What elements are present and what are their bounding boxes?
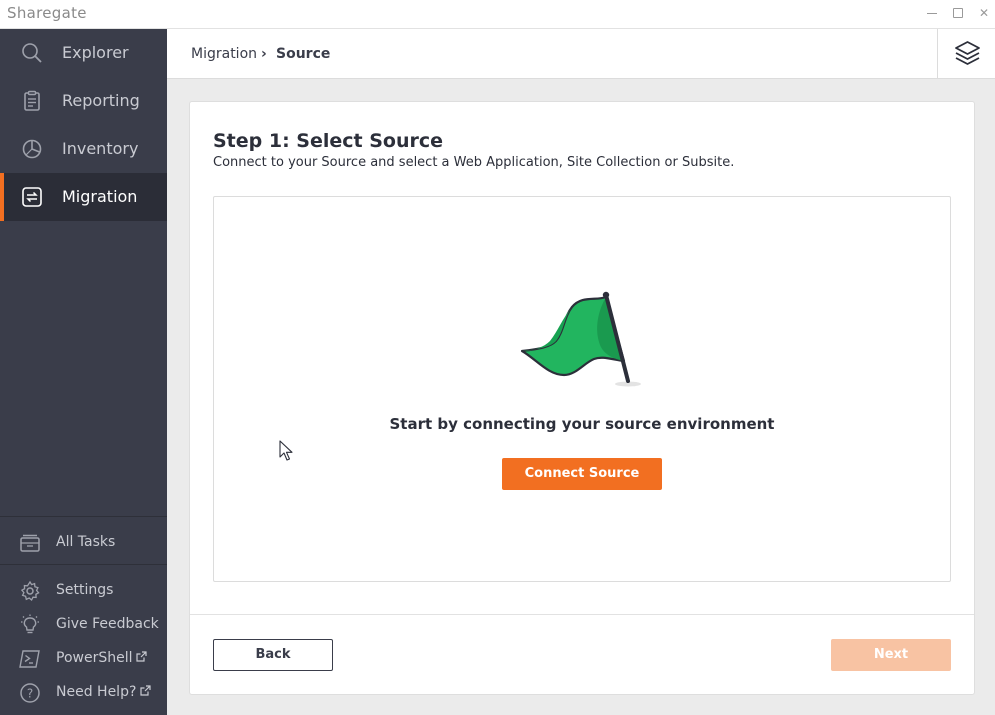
search-icon xyxy=(21,42,43,64)
lightbulb-icon xyxy=(19,614,41,636)
breadcrumb-source: Source xyxy=(276,46,331,62)
mouse-cursor-icon xyxy=(279,440,293,461)
sidebar-item-explorer[interactable]: Explorer xyxy=(0,29,167,77)
sidebar-item-give-feedback[interactable]: Give Feedback xyxy=(0,607,167,641)
sidebar-item-all-tasks[interactable]: All Tasks xyxy=(0,525,167,559)
sidebar-item-label: Give Feedback xyxy=(56,616,159,632)
title-bar: Sharegate ✕ xyxy=(0,0,995,29)
divider xyxy=(0,564,167,565)
empty-state-text: Start by connecting your source environm… xyxy=(389,415,775,433)
close-icon[interactable]: ✕ xyxy=(977,6,991,20)
sidebar: Explorer Reporting Inventory Migration A… xyxy=(0,29,167,715)
page-subtitle: Connect to your Source and select a Web … xyxy=(213,155,735,170)
sidebar-item-label: PowerShell xyxy=(56,650,133,666)
divider xyxy=(0,516,167,517)
svg-text:?: ? xyxy=(27,687,33,701)
header-bar: Migration › Source xyxy=(167,29,995,79)
page-title: Step 1: Select Source xyxy=(213,130,444,152)
terminal-icon xyxy=(19,648,41,670)
swap-arrows-icon xyxy=(21,186,43,208)
sidebar-item-inventory[interactable]: Inventory xyxy=(0,125,167,173)
sidebar-item-reporting[interactable]: Reporting xyxy=(0,77,167,125)
powershell-label-wrap: PowerShell xyxy=(56,650,148,666)
green-flag-icon xyxy=(520,291,641,387)
question-circle-icon: ? xyxy=(19,682,41,704)
sidebar-item-label: Inventory xyxy=(62,139,139,158)
sidebar-item-powershell[interactable]: PowerShell xyxy=(0,641,167,675)
app-logo: Sharegate xyxy=(7,4,87,22)
gear-icon xyxy=(19,580,41,602)
sidebar-item-need-help[interactable]: ? Need Help? xyxy=(0,675,167,709)
empty-state-panel: Start by connecting your source environm… xyxy=(213,196,951,582)
layers-button[interactable] xyxy=(937,29,995,79)
sidebar-item-settings[interactable]: Settings xyxy=(0,573,167,607)
connect-source-button[interactable]: Connect Source xyxy=(502,458,662,490)
pie-chart-icon xyxy=(21,138,43,160)
sidebar-item-label: Settings xyxy=(56,582,114,598)
main-card: Step 1: Select Source Connect to your So… xyxy=(189,101,975,695)
back-button[interactable]: Back xyxy=(213,639,333,671)
external-link-icon xyxy=(140,685,151,696)
sidebar-item-migration[interactable]: Migration xyxy=(0,173,167,221)
need-help-label-wrap: Need Help? xyxy=(56,684,151,700)
layers-icon xyxy=(955,41,980,65)
sidebar-item-label: Explorer xyxy=(62,43,129,62)
minimize-icon[interactable] xyxy=(925,6,939,20)
divider xyxy=(190,614,974,615)
external-link-icon xyxy=(136,651,148,662)
archive-box-icon xyxy=(19,532,41,554)
sidebar-item-label: All Tasks xyxy=(56,534,116,550)
breadcrumb-migration[interactable]: Migration xyxy=(191,46,257,62)
breadcrumb-separator: › xyxy=(261,46,267,62)
next-button[interactable]: Next xyxy=(831,639,951,671)
maximize-icon[interactable] xyxy=(951,6,965,20)
sidebar-item-label: Need Help? xyxy=(56,684,137,700)
sidebar-item-label: Migration xyxy=(62,187,138,206)
sidebar-item-label: Reporting xyxy=(62,91,140,110)
clipboard-icon xyxy=(21,90,43,112)
